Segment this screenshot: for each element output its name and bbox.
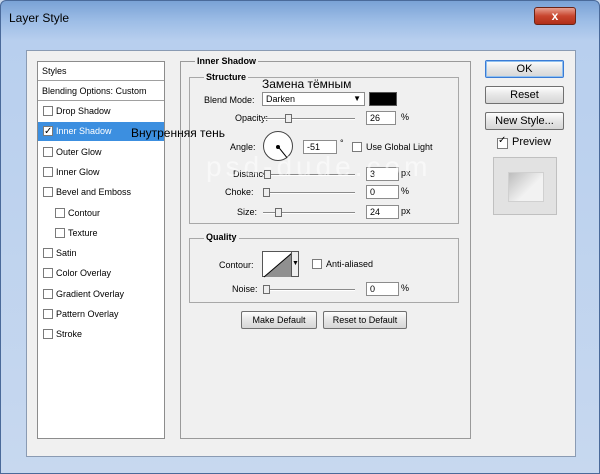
noise-label: Noise: (232, 284, 258, 294)
style-item-checkbox[interactable] (55, 207, 65, 218)
style-item-label: Inner Shadow (56, 126, 112, 137)
reset-to-default-button[interactable]: Reset to Default (323, 311, 407, 329)
style-item-checkbox[interactable] (43, 329, 53, 340)
opacity-slider[interactable] (263, 118, 355, 120)
style-item-checkbox[interactable] (43, 309, 53, 319)
style-item-drop-shadow[interactable]: Drop Shadow (38, 102, 164, 121)
quality-title: Quality (204, 232, 239, 242)
close-icon: x (551, 9, 559, 23)
style-item-bevel-and-emboss[interactable]: Bevel and Emboss (38, 183, 164, 203)
styles-header[interactable]: Styles (38, 62, 164, 81)
style-item-label: Color Overlay (56, 268, 112, 279)
contour-curve-icon (263, 252, 293, 278)
style-item-label: Contour (68, 207, 101, 218)
style-item-label: Inner Glow (56, 166, 100, 177)
style-item-checkbox[interactable] (43, 187, 53, 198)
opacity-input[interactable]: 26 (366, 111, 396, 125)
noise-input[interactable]: 0 (366, 282, 399, 296)
make-default-button[interactable]: Make Default (241, 311, 317, 329)
opacity-slider-thumb[interactable] (285, 114, 292, 123)
shadow-color-swatch[interactable] (369, 92, 397, 106)
layer-style-window: Layer Style x Styles Blending Options: C… (0, 0, 600, 474)
style-item-label: Stroke (56, 329, 83, 340)
annotation-dark-replace: Замена тёмным (262, 77, 352, 91)
degree-symbol: ° (340, 138, 344, 148)
style-item-checkbox[interactable] (43, 106, 53, 116)
blend-mode-select[interactable]: Darken ▼ (262, 92, 365, 106)
preview-checkbox[interactable]: ✓ (497, 135, 508, 149)
style-item-label: Bevel and Emboss (56, 187, 132, 198)
style-item-checkbox[interactable] (43, 146, 53, 157)
size-unit: px (401, 206, 411, 216)
blending-options-item[interactable]: Blending Options: Custom (38, 82, 164, 101)
style-item-outer-glow[interactable]: Outer Glow (38, 142, 164, 162)
contour-dropdown[interactable]: ▼ (291, 251, 299, 277)
choke-slider-thumb[interactable] (263, 188, 270, 197)
style-item-color-overlay[interactable]: Color Overlay (38, 264, 164, 284)
preview-sample (508, 172, 544, 202)
anti-aliased-label: Anti-aliased (326, 259, 374, 269)
style-item-texture[interactable]: Texture (38, 223, 164, 243)
preview-swatch (493, 157, 557, 215)
style-item-contour[interactable]: Contour (38, 203, 164, 223)
preview-label: Preview (512, 136, 552, 148)
style-item-label: Texture (68, 227, 98, 238)
choke-input[interactable]: 0 (366, 185, 399, 199)
ok-button[interactable]: OK (485, 60, 564, 78)
style-item-checkbox[interactable] (43, 248, 53, 259)
styles-list: Styles Blending Options: Custom Drop Sha… (37, 61, 165, 439)
noise-slider-thumb[interactable] (263, 285, 270, 294)
style-item-inner-glow[interactable]: Inner Glow (38, 162, 164, 182)
style-item-label: Gradient Overlay (56, 288, 125, 299)
window-title: Layer Style (9, 11, 70, 25)
style-item-label: Satin (56, 248, 77, 259)
style-item-label: Pattern Overlay (56, 309, 119, 319)
choke-label: Choke: (225, 187, 254, 197)
close-button[interactable]: x (534, 7, 576, 25)
size-label: Size: (237, 207, 258, 217)
anti-aliased-checkbox[interactable] (312, 259, 322, 269)
style-item-checkbox[interactable] (55, 227, 65, 238)
style-item-checkbox[interactable] (43, 122, 53, 141)
style-item-label: Outer Glow (56, 146, 102, 157)
style-item-label: Drop Shadow (56, 106, 111, 116)
noise-unit: % (401, 283, 410, 293)
choke-slider[interactable] (263, 192, 355, 194)
blend-mode-label: Blend Mode: (204, 95, 255, 105)
structure-title: Structure (204, 72, 249, 82)
style-item-checkbox[interactable] (43, 166, 53, 177)
new-style-button[interactable]: New Style... (485, 112, 564, 130)
checkmark-icon: ✓ (498, 135, 507, 146)
style-item-satin[interactable]: Satin (38, 244, 164, 264)
size-slider-thumb[interactable] (275, 208, 282, 217)
style-item-gradient-overlay[interactable]: Gradient Overlay (38, 284, 164, 304)
blend-mode-value: Darken (266, 94, 296, 104)
size-input[interactable]: 24 (366, 205, 399, 219)
chevron-down-icon: ▼ (353, 94, 361, 103)
choke-unit: % (401, 186, 410, 196)
annotation-inner-shadow: Внутренняя тень (131, 126, 225, 140)
noise-slider[interactable] (263, 289, 355, 291)
quality-group (189, 238, 459, 303)
style-item-stroke[interactable]: Stroke (38, 325, 164, 345)
panel-title: Inner Shadow (195, 56, 259, 66)
style-item-checkbox[interactable] (43, 268, 53, 279)
style-item-pattern-overlay[interactable]: Pattern Overlay (38, 305, 164, 324)
reset-button[interactable]: Reset (485, 86, 564, 104)
chevron-down-icon: ▼ (292, 260, 299, 267)
style-item-checkbox[interactable] (43, 288, 53, 299)
opacity-unit: % (401, 112, 410, 122)
contour-label: Contour: (219, 260, 254, 270)
contour-preview[interactable] (262, 251, 293, 278)
watermark: psd-dude.com (206, 151, 432, 182)
